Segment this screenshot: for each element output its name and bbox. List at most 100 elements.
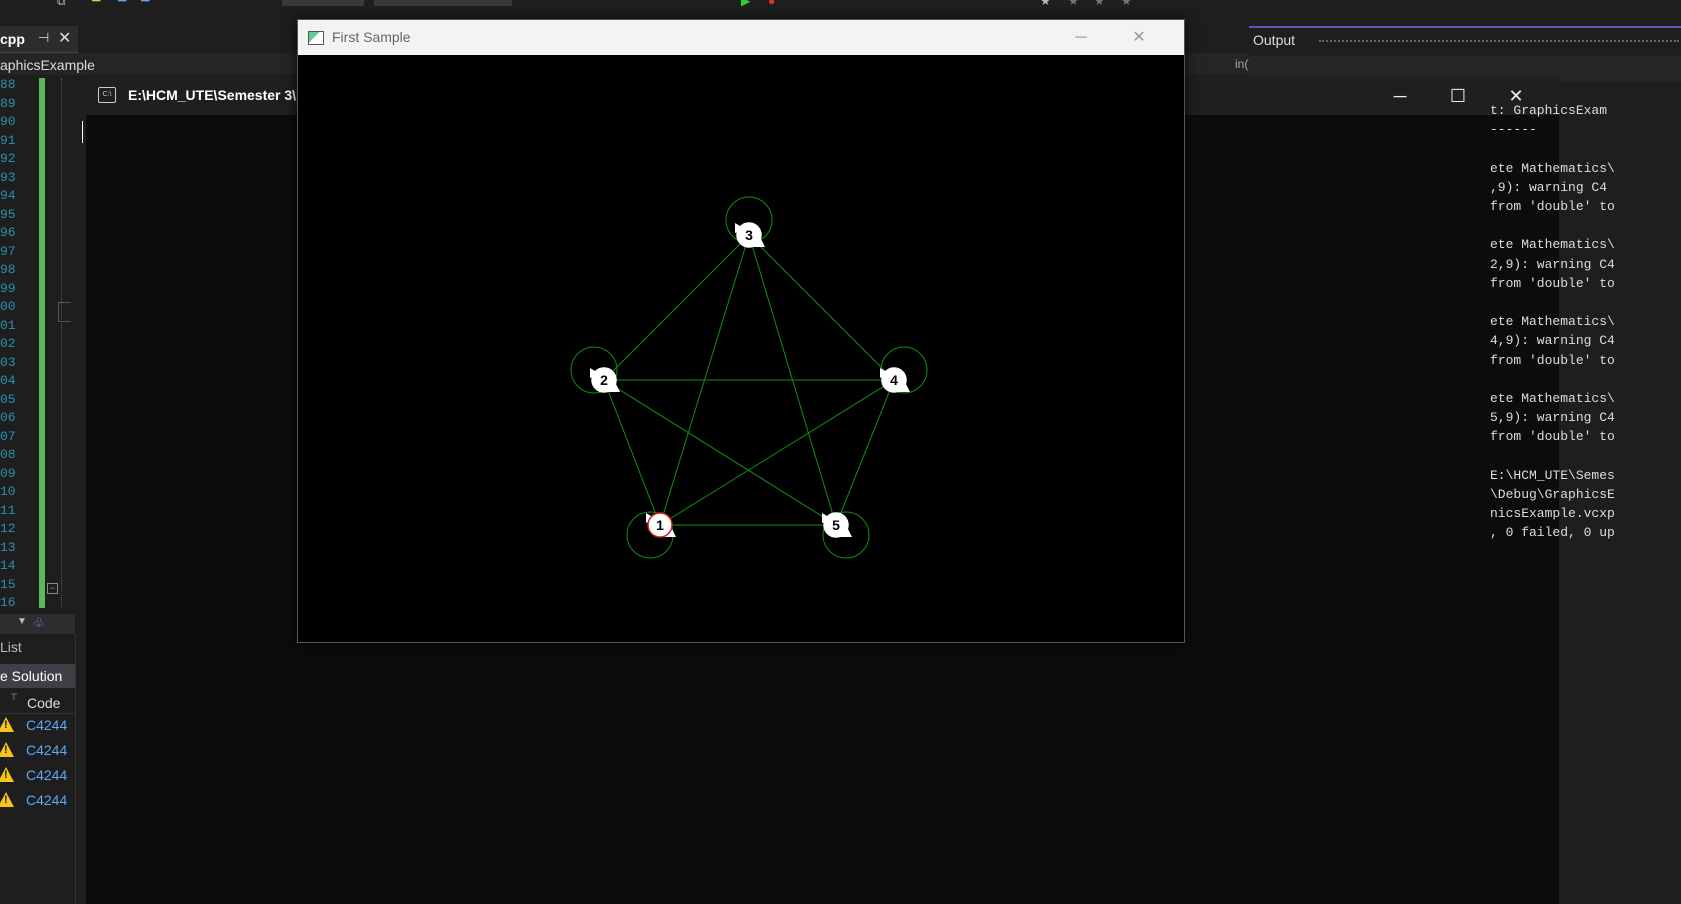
graphics-titlebar[interactable]: First Sample ─ ✕ <box>298 20 1184 55</box>
bookmark-next-icon[interactable]: ★ <box>1094 0 1105 8</box>
graph-edge <box>659 379 895 526</box>
error-row[interactable]: C4244 <box>0 764 75 788</box>
line-number: 91 <box>0 132 16 148</box>
output-line: from 'double' to <box>1490 352 1615 368</box>
close-tab-icon[interactable]: ✕ <box>58 28 71 48</box>
error-row[interactable]: C4244 <box>0 714 75 738</box>
warning-icon <box>0 767 14 782</box>
line-number: 10 <box>0 484 16 499</box>
copy-icon[interactable]: ⧉ <box>57 0 66 9</box>
output-line: E:\HCM_UTE\Semes <box>1490 467 1615 483</box>
error-code-link[interactable]: C4244 <box>26 742 67 758</box>
line-number: 12 <box>0 521 16 536</box>
error-row[interactable]: C4244 <box>0 739 75 763</box>
maximize-button[interactable]: ☐ <box>1434 81 1482 111</box>
output-text: t: GraphicsExam ------ ete Mathematics\ ,9)… <box>1490 103 1681 553</box>
output-line: \Debug\GraphicsE <box>1490 487 1615 502</box>
line-number: 08 <box>0 447 16 462</box>
output-line: 5,9): warning C4 <box>1490 410 1615 426</box>
error-list-header: ⊤ Code <box>0 689 75 714</box>
output-line: ete Mathematics\ <box>1490 391 1615 406</box>
line-number: 94 <box>0 188 16 203</box>
line-number: 92 <box>0 151 16 166</box>
line-number: 09 <box>0 465 16 481</box>
minimize-button[interactable]: ─ <box>1376 81 1424 111</box>
line-number-gutter: 88 89 90 91 92 93 94 95 96 97 98 99 00 01 02 03 04 05 06 07… <box>0 75 75 615</box>
error-code-link[interactable]: C4244 <box>26 767 67 783</box>
line-number: 89 <box>0 95 16 111</box>
text-cursor <box>82 121 83 143</box>
save-all-icon[interactable]: ▀ <box>141 0 150 8</box>
line-number: 97 <box>0 243 16 259</box>
line-number: 06 <box>0 410 16 425</box>
line-number: 88 <box>0 77 16 92</box>
node-label: 5 <box>832 517 840 533</box>
output-line: 2,9): warning C4 <box>1490 256 1615 272</box>
node-label: 4 <box>890 372 898 388</box>
node-label: 3 <box>745 227 753 243</box>
graph-edge <box>835 379 895 526</box>
pin-icon[interactable]: ⊣ <box>38 30 49 46</box>
line-number: 05 <box>0 391 16 407</box>
graph-edge <box>603 379 661 526</box>
bookmark-prev-icon[interactable]: ★ <box>1068 0 1079 8</box>
chevron-down-icon[interactable]: ▼ <box>17 616 27 627</box>
code-column-header[interactable]: Code <box>27 695 60 711</box>
output-line: , 0 failed, 0 up <box>1490 525 1615 541</box>
line-number: 07 <box>0 428 16 444</box>
graphics-window: First Sample ─ ✕ 1 2 3 4 5 <box>297 19 1185 643</box>
collapse-toggle-icon[interactable]: − <box>47 583 58 594</box>
error-code-link[interactable]: C4244 <box>26 792 67 808</box>
drag-grip[interactable] <box>1319 40 1679 46</box>
platform-dropdown[interactable] <box>374 0 512 6</box>
save-icon[interactable]: ▀ <box>118 0 127 8</box>
output-title: Output <box>1253 32 1296 48</box>
node-label: 2 <box>600 372 608 388</box>
bookmark-clear-icon[interactable]: ★ <box>1121 0 1132 8</box>
line-number: 96 <box>0 225 16 240</box>
output-line: 4,9): warning C4 <box>1490 333 1615 349</box>
graphics-window-title: First Sample <box>332 29 411 45</box>
line-number: 02 <box>0 336 16 351</box>
line-number: 11 <box>0 502 16 518</box>
line-number: 13 <box>0 539 16 555</box>
error-code-link[interactable]: C4244 <box>26 717 67 733</box>
error-list-title: List <box>0 639 22 655</box>
output-line: ------ <box>1490 122 1537 138</box>
line-number: 99 <box>0 280 16 296</box>
warning-icon <box>0 742 14 757</box>
output-line: from 'double' to <box>1490 199 1615 214</box>
fold-bracket <box>58 302 71 322</box>
close-button[interactable]: ✕ <box>1116 24 1162 52</box>
toolbar: ⧉ ▀ ▀ ▀ ▶ ● ★ ★ ★ ★ <box>0 0 1681 8</box>
outline-guide <box>61 78 62 608</box>
change-tracking-bar <box>39 78 45 608</box>
editor-tab-label: cpp <box>0 31 25 47</box>
warning-icon <box>0 792 14 807</box>
minimize-button[interactable]: ─ <box>1058 24 1104 52</box>
editor-tab[interactable]: cpp ⊣ ✕ <box>0 26 78 53</box>
output-line: from 'double' to <box>1490 429 1615 445</box>
line-number: 04 <box>0 373 16 388</box>
config-dropdown[interactable] <box>282 0 364 6</box>
project-dropdown[interactable]: aphicsExample <box>0 57 95 73</box>
folder-icon[interactable]: ▀ <box>92 0 101 8</box>
editor-status-strip: ▼ ♧ <box>0 614 75 634</box>
scope-dropdown[interactable]: e Solution <box>0 664 75 688</box>
intellicode-icon[interactable]: ♧ <box>33 615 45 631</box>
output-line: ,9): warning C4 <box>1490 179 1608 195</box>
console-app-icon: C:\ <box>98 87 116 103</box>
line-number: 93 <box>0 169 16 185</box>
line-number: 98 <box>0 262 16 277</box>
line-number: 90 <box>0 114 16 129</box>
stop-icon[interactable]: ● <box>768 0 775 8</box>
scope-label: e Solution <box>0 668 63 684</box>
line-number: 03 <box>0 354 16 370</box>
line-number: 15 <box>0 576 16 592</box>
error-list-panel: List e Solution ⊤ Code C4244 C4244 C4244… <box>0 634 76 904</box>
bookmark-icon[interactable]: ★ <box>1040 0 1051 8</box>
error-row[interactable]: C4244 <box>0 789 75 813</box>
line-number: 00 <box>0 299 16 314</box>
run-icon[interactable]: ▶ <box>741 0 750 8</box>
filter-icon[interactable]: ⊤ <box>10 692 18 703</box>
